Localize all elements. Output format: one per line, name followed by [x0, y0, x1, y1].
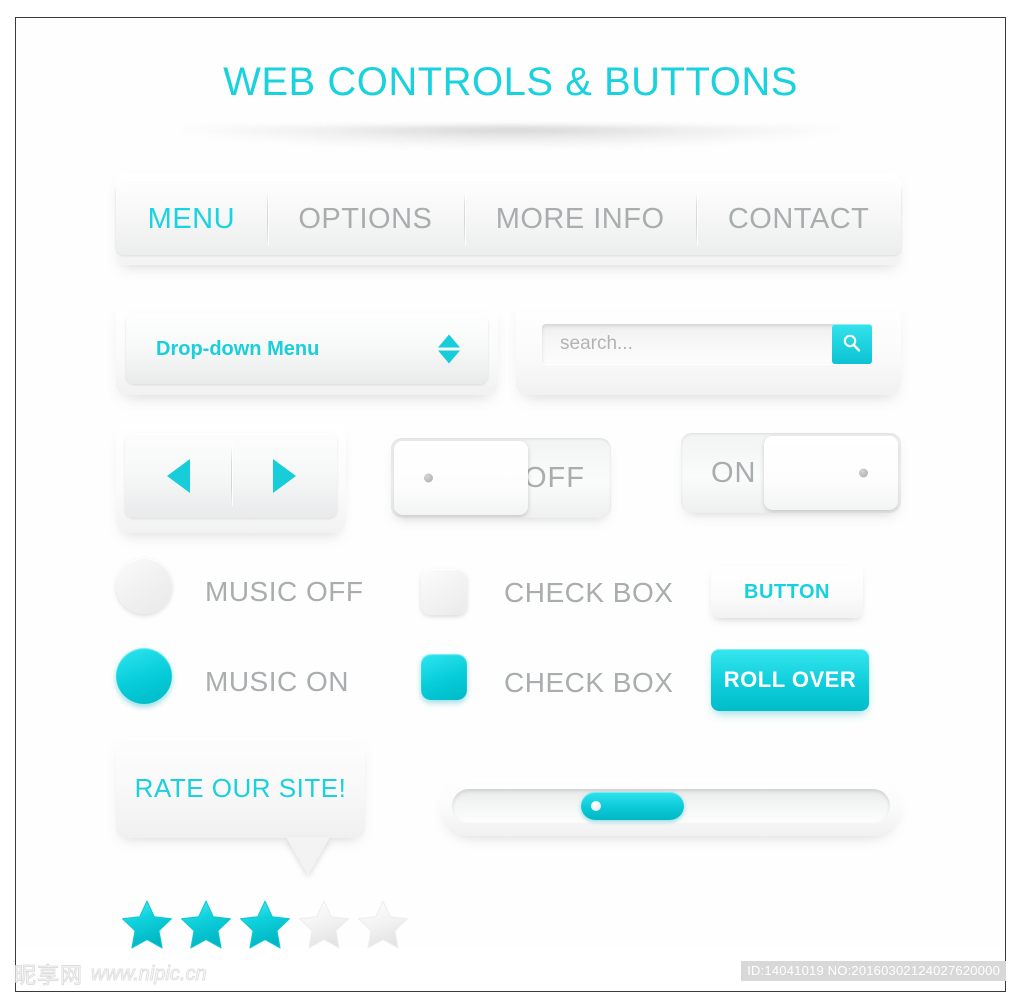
nav-item-options[interactable]: OPTIONS — [266, 183, 464, 255]
arrow-pad-container — [116, 423, 346, 533]
toggle-switch-on[interactable]: ON — [681, 433, 901, 513]
dropdown-stepper[interactable] — [438, 334, 460, 364]
radio-music-off-label: MUSIC OFF — [205, 576, 364, 607]
nav-item-more-info[interactable]: MORE INFO — [464, 183, 696, 255]
nav-bar-container: MENU OPTIONS MORE INFO CONTACT — [116, 173, 901, 265]
search-button[interactable] — [832, 324, 872, 364]
dropdown-container: Drop-down Menu — [116, 303, 498, 395]
star-icon-filled-1[interactable] — [121, 898, 173, 950]
toggle-on-knob[interactable] — [764, 436, 898, 510]
slider-thumb[interactable] — [581, 792, 684, 820]
image-id-badge: ID:14041019 NO:20160302124027620000 — [741, 961, 1006, 981]
radio-music-on[interactable] — [116, 648, 172, 704]
search-icon — [843, 334, 861, 352]
nav-bar: MENU OPTIONS MORE INFO CONTACT — [116, 183, 901, 255]
watermark-logo-text: 昵享网 — [13, 964, 84, 990]
screenshot-root: WEB CONTROLS & BUTTONS MENU OPTIONS MORE… — [0, 0, 1022, 993]
arrow-pad — [125, 433, 337, 518]
dropdown-menu[interactable]: Drop-down Menu — [126, 314, 488, 384]
checkbox-checked[interactable] — [421, 654, 467, 700]
knob-dot-icon — [859, 468, 868, 478]
slider-container — [441, 778, 901, 836]
title-shadow-divider — [181, 126, 841, 148]
nav-item-contact[interactable]: CONTACT — [696, 183, 901, 255]
triangle-down-icon — [438, 350, 460, 364]
prev-button[interactable] — [125, 433, 231, 518]
rate-tooltip: RATE OUR SITE! — [116, 738, 365, 838]
next-button[interactable] — [231, 433, 337, 518]
watermark-url: www.nipic.cn — [91, 962, 208, 985]
page-title: WEB CONTROLS & BUTTONS — [223, 60, 798, 104]
checkbox-checked-label: CHECK BOX — [504, 667, 674, 698]
nav-item-menu[interactable]: MENU — [116, 183, 267, 255]
search-container — [516, 303, 901, 395]
search-input[interactable] — [558, 332, 812, 356]
slider-track[interactable] — [452, 789, 890, 823]
checkbox-unchecked[interactable] — [421, 569, 467, 615]
star-icon-empty-4[interactable] — [298, 898, 350, 950]
star-icon-filled-3[interactable] — [239, 898, 291, 950]
star-icon-empty-5[interactable] — [357, 898, 409, 950]
radio-music-on-label: MUSIC ON — [205, 666, 349, 697]
toggle-off-label: OFF — [524, 462, 585, 494]
checkbox-unchecked-label: CHECK BOX — [504, 577, 674, 608]
radio-music-off[interactable] — [116, 558, 172, 614]
rating-stars — [121, 898, 409, 950]
toggle-switch-off[interactable]: OFF — [391, 438, 611, 518]
triangle-right-icon — [272, 458, 296, 493]
triangle-up-icon — [438, 334, 460, 348]
tooltip-tail — [286, 837, 330, 875]
rollover-button[interactable]: ROLL OVER — [711, 649, 869, 711]
watermark: 昵享网 www.nipic.cn — [13, 958, 208, 990]
toggle-off-knob[interactable] — [394, 441, 528, 515]
search-box[interactable] — [542, 324, 872, 364]
rate-tooltip-label: RATE OUR SITE! — [134, 772, 347, 803]
slider-thumb-dot-icon — [591, 801, 601, 811]
star-icon-filled-2[interactable] — [180, 898, 232, 950]
dropdown-label: Drop-down Menu — [156, 337, 320, 360]
triangle-left-icon — [166, 458, 190, 493]
knob-dot-icon — [424, 473, 433, 483]
toggle-on-label: ON — [711, 457, 757, 489]
ui-kit-canvas: WEB CONTROLS & BUTTONS MENU OPTIONS MORE… — [16, 18, 1005, 950]
default-button[interactable]: BUTTON — [711, 566, 863, 618]
